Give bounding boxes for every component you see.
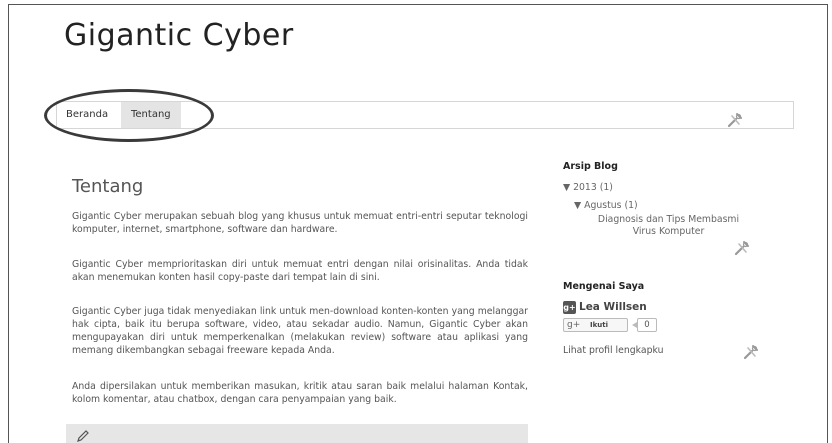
tab-tentang[interactable]: Tentang [121, 102, 181, 128]
post-title: Tentang [72, 176, 144, 197]
post-paragraph: Anda dipersilakan untuk memberikan masuk… [72, 381, 528, 405]
profile-name-link[interactable]: Lea Willsen [579, 301, 647, 313]
page-tabs-bar: Beranda Tentang [56, 101, 794, 129]
about-heading: Mengenai Saya [563, 281, 645, 292]
wrench-icon[interactable] [743, 344, 759, 360]
wrench-icon[interactable] [734, 240, 750, 256]
post-paragraph: Gigantic Cyber juga tidak menyediakan li… [72, 306, 528, 356]
google-plus-icon[interactable]: g+ [563, 301, 576, 314]
post-paragraph: Gigantic Cyber memprioritaskan diri untu… [72, 259, 528, 283]
pencil-icon[interactable] [76, 428, 90, 442]
follow-label: Ikuti [590, 321, 608, 329]
google-plus-icon: g+ [567, 320, 581, 330]
post-paragraph: Gigantic Cyber merupakan sebuah blog yan… [72, 211, 528, 235]
archive-year-toggle[interactable]: ▼ 2013 (1) [563, 182, 613, 194]
archive-month-toggle[interactable]: ▼ Agustus (1) [574, 200, 638, 212]
follower-count: 0 [637, 318, 657, 332]
archive-post-link[interactable]: Diagnosis dan Tips Membasmi Virus Komput… [586, 214, 751, 238]
blog-title[interactable]: Gigantic Cyber [64, 18, 294, 53]
view-profile-link[interactable]: Lihat profil lengkapku [563, 345, 663, 356]
post-footer-bar [66, 424, 528, 443]
follow-button[interactable]: g+ Ikuti [563, 318, 628, 332]
wrench-icon[interactable] [727, 112, 743, 128]
archive-heading: Arsip Blog [563, 161, 618, 172]
tab-beranda[interactable]: Beranda [57, 102, 118, 128]
